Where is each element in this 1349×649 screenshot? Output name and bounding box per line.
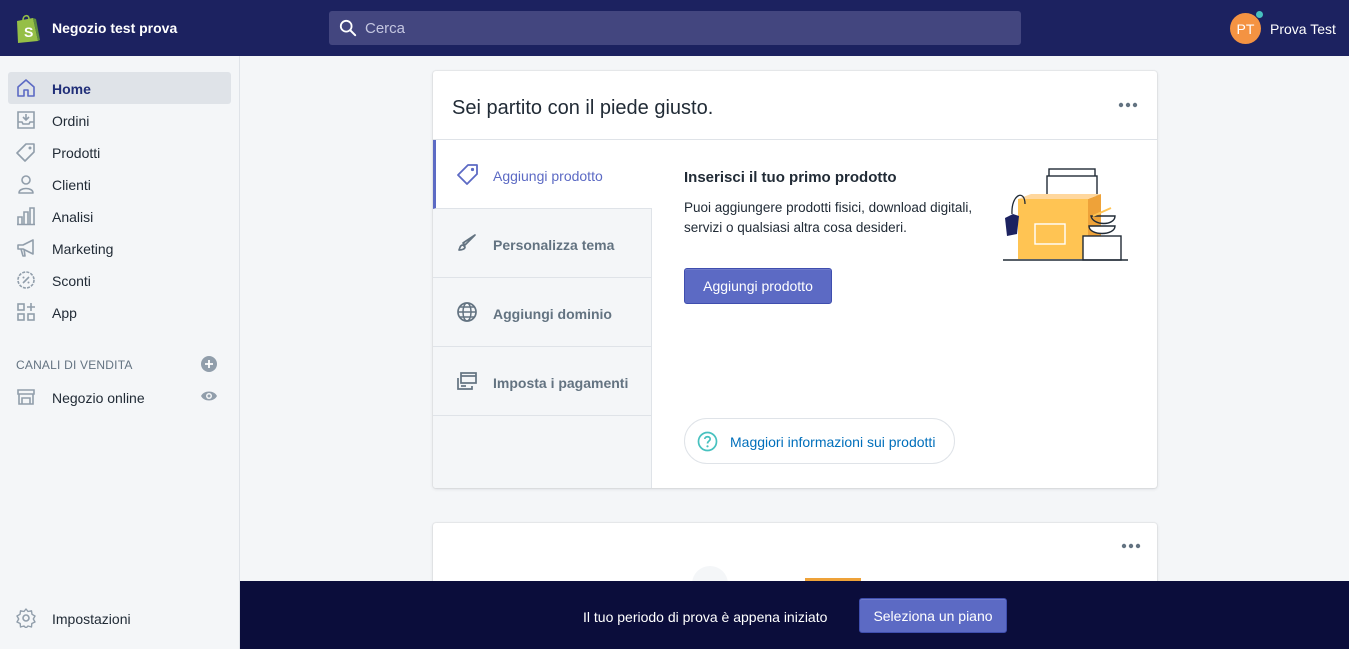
help-circle-icon	[697, 431, 718, 452]
megaphone-icon	[17, 239, 34, 257]
trial-banner: Il tuo periodo di prova è appena iniziat…	[240, 581, 1349, 649]
learn-more-link[interactable]: Maggiori informazioni sui prodotti	[684, 418, 955, 464]
sidebar-item-online-store[interactable]: Negozio online	[8, 381, 231, 413]
tab-label: Aggiungi prodotto	[493, 168, 603, 184]
sidebar-item-orders[interactable]: Ordini	[8, 104, 231, 136]
tab-label: Imposta i pagamenti	[493, 375, 629, 391]
person-icon	[18, 175, 34, 194]
payment-icon	[457, 372, 477, 390]
notification-dot	[1255, 10, 1264, 19]
tab-setup-payments[interactable]: Imposta i pagamenti	[433, 347, 652, 416]
tab-add-product[interactable]: Aggiungi prodotto	[433, 140, 652, 209]
card-title: Sei partito con il piede giusto.	[452, 97, 714, 119]
sidebar-item-label: Home	[52, 81, 91, 97]
search-bar[interactable]	[329, 11, 1021, 45]
more-options-icon[interactable]	[1118, 102, 1138, 108]
products-illustration	[1003, 168, 1128, 261]
add-product-button[interactable]: Aggiungi prodotto	[684, 268, 832, 304]
user-name[interactable]: Prova Test	[1270, 21, 1336, 37]
sidebar-item-label: Sconti	[52, 273, 91, 289]
more-options-icon[interactable]	[1121, 543, 1141, 549]
search-input[interactable]	[365, 11, 1005, 45]
discount-icon	[17, 271, 35, 289]
setup-guide-card: Sei partito con il piede giusto. Aggiung…	[433, 71, 1157, 488]
learn-more-label: Maggiori informazioni sui prodotti	[730, 434, 936, 450]
sidebar-item-marketing[interactable]: Marketing	[8, 232, 231, 264]
sidebar-item-label: Marketing	[52, 241, 114, 257]
store-icon	[17, 389, 35, 405]
globe-icon	[457, 302, 477, 322]
bar-chart-icon	[17, 207, 35, 226]
tab-add-domain[interactable]: Aggiungi dominio	[433, 278, 652, 347]
gear-icon	[16, 608, 36, 628]
panel-heading: Inserisci il tuo primo prodotto	[684, 169, 897, 186]
sidebar-item-discounts[interactable]: Sconti	[8, 264, 231, 296]
sidebar-item-label: Impostazioni	[52, 611, 131, 627]
eye-icon[interactable]	[200, 389, 218, 403]
tab-customize-theme[interactable]: Personalizza tema	[433, 209, 652, 278]
sidebar-item-apps[interactable]: App	[8, 296, 231, 328]
setup-tabs: Aggiungi prodotto Personalizza tema Aggi…	[433, 140, 652, 488]
home-icon	[17, 79, 35, 97]
store-name[interactable]: Negozio test prova	[52, 20, 177, 36]
orders-icon	[17, 111, 35, 129]
brush-icon	[458, 234, 476, 251]
tag-icon	[457, 164, 478, 185]
trial-message: Il tuo periodo di prova è appena iniziat…	[583, 609, 828, 625]
sidebar-item-products[interactable]: Prodotti	[8, 136, 231, 168]
top-bar: S Negozio test prova PT Prova Test	[0, 0, 1349, 56]
sidebar-item-label: Prodotti	[52, 145, 101, 161]
sidebar-item-label: Analisi	[52, 209, 94, 225]
tab-label: Personalizza tema	[493, 237, 615, 253]
apps-icon	[17, 303, 35, 321]
tab-label: Aggiungi dominio	[493, 306, 612, 322]
sidebar-item-settings[interactable]: Impostazioni	[8, 602, 231, 634]
sidebar: Home Ordini Prodotti Clienti Analisi Mar…	[0, 56, 240, 649]
sidebar-item-customers[interactable]: Clienti	[8, 168, 231, 200]
shopify-bag-icon[interactable]: S	[14, 13, 40, 43]
sidebar-item-label: App	[52, 305, 77, 321]
sidebar-item-label: Ordini	[52, 113, 90, 129]
svg-text:S: S	[24, 24, 33, 40]
sidebar-item-label: Clienti	[52, 177, 91, 193]
sidebar-item-home[interactable]: Home	[8, 72, 231, 104]
sidebar-item-label: Negozio online	[52, 390, 145, 406]
panel-description: Puoi aggiungere prodotti fisici, downloa…	[684, 200, 973, 235]
sidebar-item-analytics[interactable]: Analisi	[8, 200, 231, 232]
select-plan-button[interactable]: Seleziona un piano	[859, 598, 1007, 633]
sales-channels-heading: CANALI DI VENDITA	[16, 358, 133, 372]
search-icon	[339, 19, 357, 37]
tag-icon	[16, 143, 35, 162]
add-circle-icon[interactable]	[201, 356, 217, 372]
